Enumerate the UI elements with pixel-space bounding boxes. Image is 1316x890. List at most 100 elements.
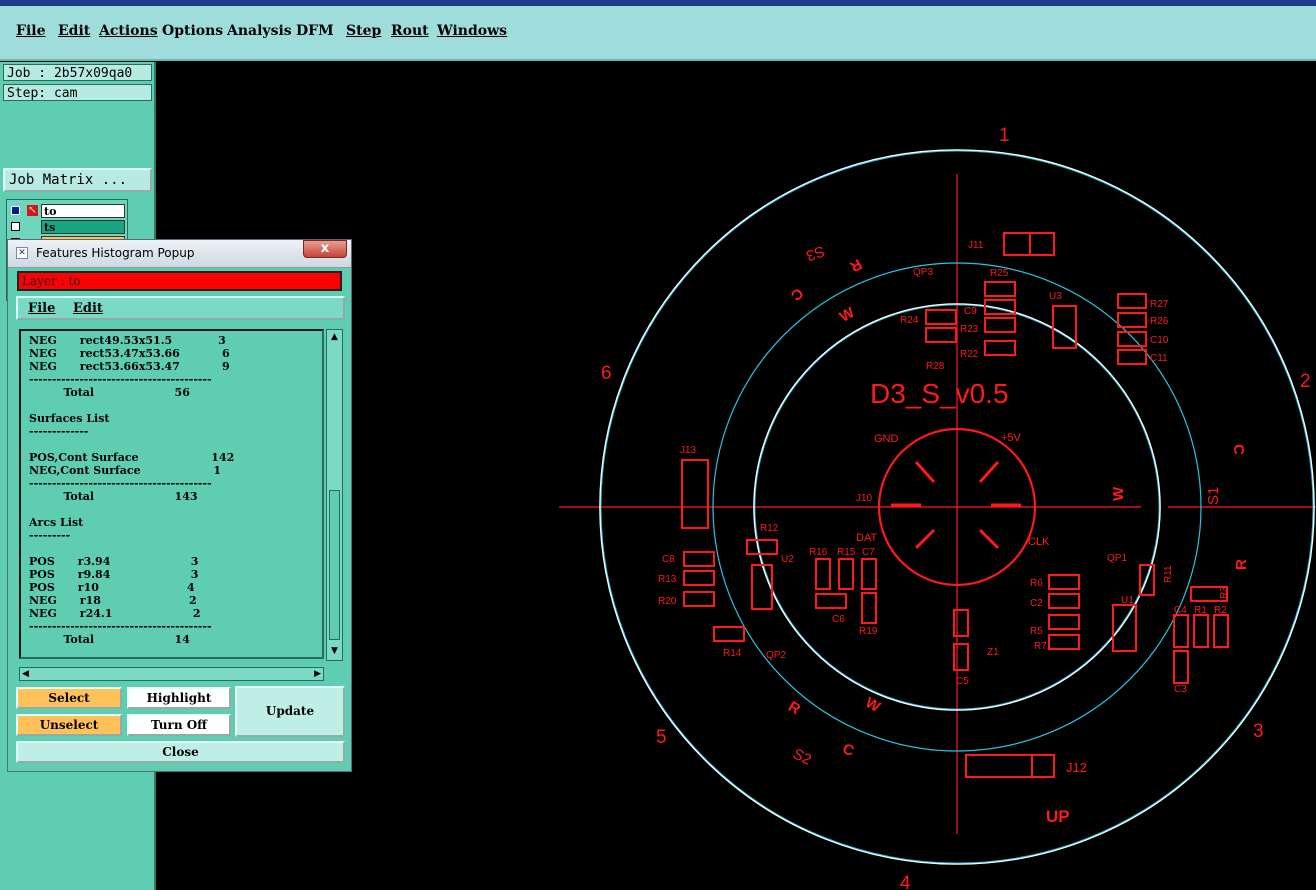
histogram-line: Total 56 — [29, 386, 190, 399]
designator-r19: R19 — [859, 626, 878, 637]
designator-j12: J12 — [1066, 760, 1087, 775]
scrollbar-thumb[interactable] — [329, 490, 340, 640]
close-button[interactable]: Close — [16, 741, 345, 763]
job-name: Job : 2b57x09qa0 — [3, 64, 152, 81]
histogram-line: Total 14 — [29, 633, 190, 646]
menu-edit[interactable]: Edit — [58, 23, 90, 39]
board-title: D3_S_v0.5 — [870, 378, 1009, 409]
window-app-icon: ✕ — [16, 247, 28, 259]
designator-r20: R20 — [658, 596, 677, 607]
job-matrix-button[interactable]: Job Matrix ... — [3, 168, 152, 192]
designator-c5: C5 — [956, 676, 969, 687]
main-menubar: File Edit Actions Options Analysis DFM S… — [0, 6, 1316, 61]
sector-number-6: 6 — [601, 363, 612, 384]
histogram-line: POS r9.84 3 — [29, 568, 199, 581]
scroll-down-arrow-icon[interactable]: ▼ — [329, 646, 340, 656]
designator-r11: R11 — [1163, 565, 1174, 583]
histogram-line: --------- — [29, 529, 71, 542]
ring-letter-s3: S3 — [804, 242, 827, 264]
sector-number-3: 3 — [1253, 721, 1264, 742]
designator-r2: R2 — [1214, 605, 1227, 616]
layer-indicator: Layer : to — [17, 271, 342, 291]
close-window-button[interactable]: x — [303, 240, 347, 258]
histogram-line: Surfaces List — [29, 412, 110, 425]
sector-number-2: 2 — [1300, 371, 1311, 392]
ring-letter-c-bottom: C — [840, 740, 856, 760]
scroll-up-arrow-icon[interactable]: ▲ — [329, 332, 340, 342]
popup-menu-file[interactable]: File — [28, 301, 55, 316]
designator-r26: R26 — [1150, 316, 1169, 327]
histogram-line: POS r3.94 3 — [29, 555, 199, 568]
histogram-line: ---------------------------------------- — [29, 477, 212, 490]
histogram-line: NEG rect49.53x51.5 3 — [29, 334, 226, 347]
ring-letter-c-right: C — [1230, 444, 1247, 455]
scroll-right-arrow-icon[interactable]: ▶ — [314, 668, 321, 680]
ring-letter-r-right: R — [1233, 559, 1250, 570]
menu-analysis[interactable]: Analysis — [227, 23, 292, 39]
histogram-line: NEG rect53.47x53.66 6 — [29, 347, 230, 360]
active-layer-arrow-icon: ↖ — [27, 205, 38, 216]
ring-letter-r-top: R — [847, 255, 865, 275]
designator-c10: C10 — [1150, 335, 1169, 346]
designator-qp1: QP1 — [1107, 553, 1127, 564]
designator-qp2: QP2 — [766, 650, 786, 661]
designator-u2: U2 — [781, 554, 794, 565]
select-button[interactable]: Select — [16, 687, 122, 709]
sector-number-4: 4 — [900, 873, 911, 890]
menu-step[interactable]: Step — [346, 23, 381, 39]
vertical-scrollbar[interactable]: ▲ ▼ — [326, 329, 343, 661]
designator-r15: R15 — [837, 547, 856, 558]
layer-checkbox[interactable] — [11, 206, 20, 215]
designator-r16: R16 — [809, 547, 828, 558]
designator-z1: Z1 — [987, 647, 999, 658]
histogram-line: ---------------------------------------- — [29, 373, 212, 386]
step-name: Step: cam — [3, 84, 152, 101]
histogram-text-area[interactable]: NEG rect49.53x51.5 3 NEG rect53.47x53.66… — [19, 329, 324, 659]
layer-row-ts[interactable]: ts — [7, 219, 127, 235]
label-up: UP — [1046, 807, 1070, 826]
label-gnd: GND — [874, 433, 899, 445]
popup-titlebar[interactable]: ✕ Features Histogram Popup x — [8, 240, 351, 268]
designator-c6: C6 — [832, 614, 845, 625]
designator-r22: R22 — [960, 349, 979, 360]
designator-qp3: QP3 — [913, 267, 933, 278]
layer-name: ts — [41, 220, 125, 234]
label-j10: J10 — [856, 493, 873, 504]
ring-letter-w-right: W — [1110, 486, 1127, 501]
menu-options[interactable]: Options — [162, 23, 223, 39]
popup-menu-edit[interactable]: Edit — [73, 301, 103, 316]
designator-u1: U1 — [1121, 595, 1134, 606]
layer-checkbox[interactable] — [11, 222, 20, 231]
menu-file[interactable]: File — [16, 23, 45, 39]
update-button[interactable]: Update — [235, 686, 345, 737]
designator-j13: J13 — [680, 445, 697, 456]
designator-r28: R28 — [926, 361, 945, 372]
menu-windows[interactable]: Windows — [437, 23, 507, 39]
designator-r7: R7 — [1034, 641, 1047, 652]
designator-r13: R13 — [658, 574, 677, 585]
horizontal-scrollbar[interactable]: ◀ ▶ — [19, 667, 324, 681]
label-dat: DAT — [856, 532, 877, 544]
layer-name: to — [41, 204, 125, 218]
histogram-line: Total 143 — [29, 490, 198, 503]
designator-r6: R6 — [1030, 578, 1043, 589]
designator-r23: R23 — [960, 324, 979, 335]
designator-r25: R25 — [990, 268, 1009, 279]
histogram-line: NEG r24.1 2 — [29, 607, 201, 620]
histogram-line: Arcs List — [29, 516, 84, 529]
designator-r14: R14 — [723, 648, 742, 659]
layer-row-to[interactable]: ↖ to — [7, 203, 127, 219]
scroll-left-arrow-icon[interactable]: ◀ — [22, 668, 29, 680]
sector-number-1: 1 — [999, 125, 1010, 146]
menu-rout[interactable]: Rout — [391, 23, 429, 39]
menu-actions[interactable]: Actions — [99, 23, 158, 39]
label-clk: CLK — [1028, 536, 1050, 548]
menu-dfm[interactable]: DFM — [296, 23, 334, 39]
ring-letter-s1: S1 — [1205, 487, 1222, 505]
unselect-button[interactable]: Unselect — [16, 714, 122, 736]
turn-off-button[interactable]: Turn Off — [127, 714, 231, 736]
histogram-line: ---------------------------------------- — [29, 620, 212, 633]
highlight-button[interactable]: Highlight — [127, 687, 231, 709]
popup-title: Features Histogram Popup — [36, 246, 195, 260]
ring-letter-r-bottom: R — [785, 698, 803, 718]
